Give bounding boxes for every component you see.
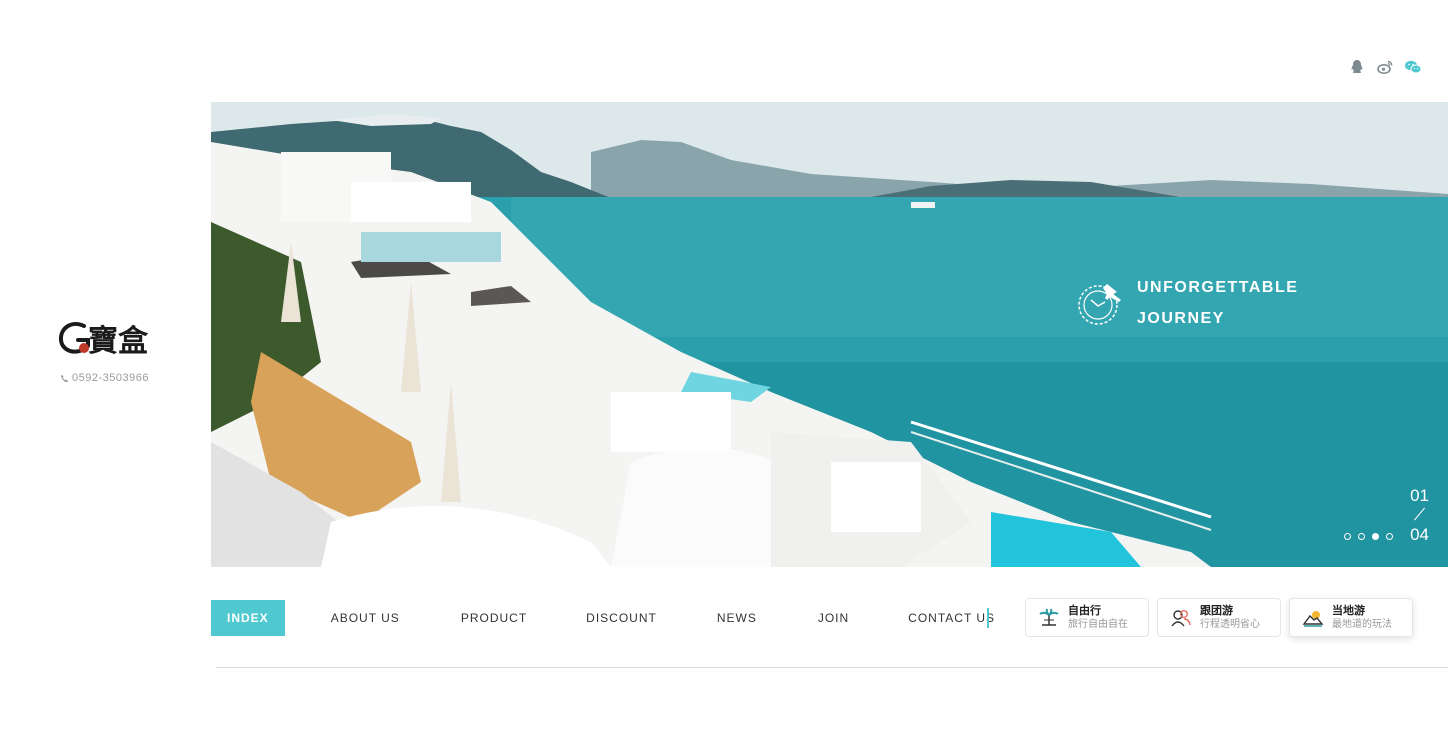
- social-links: [1348, 58, 1422, 76]
- section-divider: [216, 667, 1448, 668]
- slide-counter: 01 04: [1410, 487, 1429, 543]
- palm-tree-icon: [1039, 608, 1059, 626]
- travel-type-cards: 自由行 旅行自由自在 跟团游 行程透明省心 当地游 最地道的玩法: [1025, 598, 1413, 637]
- card-group-tour[interactable]: 跟团游 行程透明省心: [1157, 598, 1281, 637]
- nav-item-about-us[interactable]: ABOUT US: [331, 611, 400, 625]
- weibo-icon[interactable]: [1376, 58, 1394, 76]
- phone-contact: 0592-3503966: [60, 372, 149, 384]
- card-subtitle: 行程透明省心: [1200, 619, 1260, 630]
- group-icon: [1171, 609, 1191, 626]
- nav-item-news[interactable]: NEWS: [717, 611, 757, 625]
- slide-current: 01: [1410, 486, 1429, 505]
- slide-dot[interactable]: [1344, 533, 1351, 540]
- landscape-icon: [1302, 610, 1324, 627]
- hero-tagline: UNFORGETTABLE JOURNEY: [1077, 272, 1298, 334]
- hero-banner[interactable]: UNFORGETTABLE JOURNEY 01 04: [211, 102, 1448, 567]
- card-free-travel[interactable]: 自由行 旅行自由自在: [1025, 598, 1149, 637]
- phone-icon: [60, 374, 69, 382]
- main-nav: INDEX ABOUT US PRODUCT DISCOUNT NEWS JOI…: [211, 600, 995, 636]
- airplane-badge-icon: [1078, 284, 1121, 325]
- slide-dots: [1344, 533, 1393, 540]
- nav-divider: [987, 608, 989, 628]
- card-title: 自由行: [1068, 605, 1101, 617]
- nav-item-index[interactable]: INDEX: [211, 600, 285, 636]
- wechat-icon[interactable]: [1404, 58, 1422, 76]
- nav-item-discount[interactable]: DISCOUNT: [586, 611, 657, 625]
- card-subtitle: 最地道的玩法: [1332, 619, 1392, 630]
- counter-divider: [1413, 508, 1427, 522]
- hero-photo: [211, 102, 1448, 567]
- phone-number: 0592-3503966: [72, 372, 149, 384]
- card-title: 跟团游: [1200, 605, 1233, 617]
- slide-total: 04: [1410, 525, 1429, 544]
- slide-dot[interactable]: [1386, 533, 1393, 540]
- nav-item-join[interactable]: JOIN: [818, 611, 849, 625]
- card-subtitle: 旅行自由自在: [1068, 619, 1128, 630]
- qq-icon[interactable]: [1348, 58, 1366, 76]
- card-local-tour[interactable]: 当地游 最地道的玩法: [1289, 598, 1413, 637]
- site-logo[interactable]: 寶盒: [58, 318, 154, 362]
- slide-dot[interactable]: [1358, 533, 1365, 540]
- nav-item-contact-us[interactable]: CONTACT US: [908, 611, 995, 625]
- nav-item-product[interactable]: PRODUCT: [461, 611, 527, 625]
- card-title: 当地游: [1332, 605, 1365, 617]
- tagline-line-2: JOURNEY: [1137, 310, 1225, 327]
- svg-text:寶盒: 寶盒: [88, 324, 149, 359]
- slide-dot-active[interactable]: [1372, 533, 1379, 540]
- tagline-line-1: UNFORGETTABLE: [1137, 279, 1299, 296]
